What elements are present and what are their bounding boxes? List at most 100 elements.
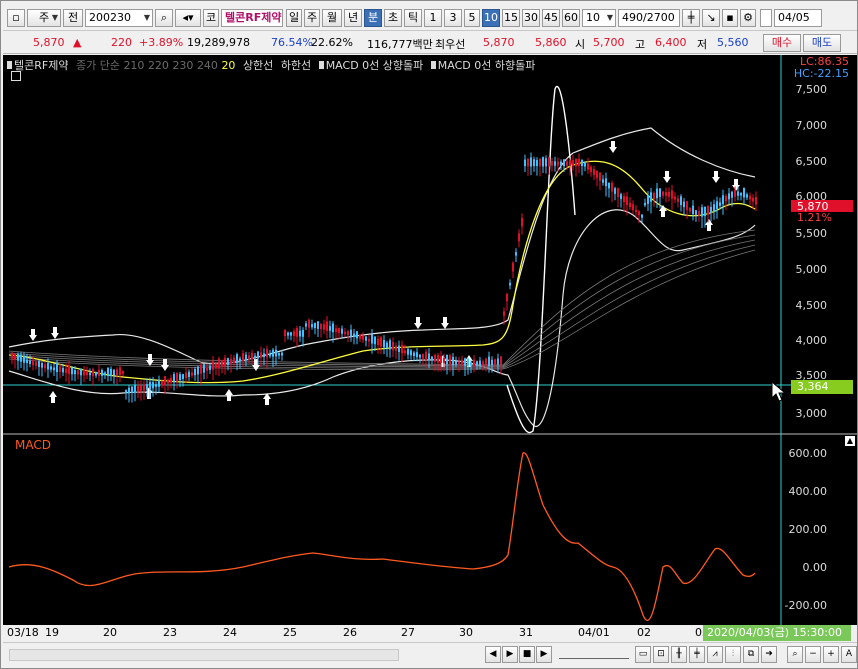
chart-type-icon[interactable]: ╫ (671, 646, 687, 663)
candle-body (359, 334, 361, 339)
candle-body (116, 369, 118, 375)
chart-canvas[interactable]: 텔콘RF제약 종가 단순 210 220 230 240 20 상한선 하한선 … (3, 55, 857, 625)
search-icon[interactable]: ⌕ (155, 9, 173, 27)
period-month[interactable]: 월 (322, 9, 342, 27)
market-select[interactable]: 주 (27, 9, 61, 27)
horizontal-scrollbar[interactable] (9, 649, 399, 661)
search-icon[interactable]: ⌕ (787, 646, 803, 663)
grid-toggle-icon[interactable] (11, 71, 21, 81)
signal-arrow-down (441, 317, 449, 329)
candle-body (404, 350, 406, 354)
candle-body (230, 358, 232, 364)
interval-10[interactable]: 10 (482, 9, 500, 27)
candle-body (11, 352, 13, 359)
candle-body (386, 342, 388, 348)
trade-amount: 116,777백만 (367, 38, 433, 51)
candle-body (212, 360, 214, 370)
bar-chart-icon[interactable]: ╪ (689, 646, 705, 663)
legend-square-icon (430, 61, 436, 69)
low-label: 저 (697, 38, 708, 51)
date-checkbox[interactable] (760, 9, 772, 27)
stock-name: 텔콘RF제약 (221, 9, 283, 27)
time-axis-label: 03/18 (7, 626, 39, 639)
candle-body (575, 158, 577, 167)
period-week[interactable]: 주 (304, 9, 320, 27)
zoom-fit-icon[interactable]: ▭ (635, 646, 651, 663)
volume: 19,289,978 (187, 36, 250, 49)
gear-icon[interactable]: ⚙ (740, 9, 756, 27)
signal-arrow-up (49, 391, 57, 403)
chart-svg (3, 55, 857, 625)
interval-60[interactable]: 60 (562, 9, 580, 27)
time-axis-label: 20 (103, 626, 117, 639)
lc-hc-readout: LC:86.35 HC:-22.15 (794, 56, 849, 80)
candle-body (341, 328, 343, 334)
candle-body (674, 196, 676, 200)
stock-code-input[interactable]: 200230 (85, 9, 153, 27)
candle-body (266, 348, 268, 358)
legend-ma-label: 종가 단순 (75, 59, 120, 72)
compare-icon[interactable]: ⧉ (743, 646, 759, 663)
interval-select[interactable]: 10 (582, 9, 616, 27)
open-price: 5,700 (593, 36, 625, 49)
zoom-in-area-icon[interactable]: ⊡ (653, 646, 669, 663)
candle-icon[interactable]: ╪ (682, 9, 700, 27)
zoom-in-icon[interactable]: + (823, 646, 839, 663)
period-minute[interactable]: 분 (364, 9, 382, 27)
buy-button[interactable]: 매수 (763, 34, 801, 52)
speaker-icon[interactable]: ◂▾ (175, 9, 201, 27)
period-type-button[interactable]: 전 (63, 9, 83, 27)
scroll-first-icon[interactable]: ◀ (485, 646, 501, 663)
price-axis-label: 4,500 (795, 299, 828, 312)
candle-body (407, 348, 409, 355)
price-axis-label: 6,500 (795, 155, 828, 168)
ko-button[interactable]: 코 (203, 9, 219, 27)
interval-3[interactable]: 3 (444, 9, 462, 27)
candle-body (125, 389, 127, 394)
font-size-icon[interactable]: A (841, 646, 857, 663)
scroll-next-icon[interactable]: ▶ (536, 646, 552, 663)
period-day[interactable]: 일 (286, 9, 302, 27)
candle-body (365, 336, 367, 341)
signal-arrow-down (29, 329, 37, 341)
period-tick[interactable]: 틱 (404, 9, 422, 27)
candle-body (182, 374, 184, 379)
candle-body (338, 328, 340, 333)
candle-body (242, 353, 244, 362)
period-year[interactable]: 년 (344, 9, 362, 27)
sell-button[interactable]: 매도 (803, 34, 841, 52)
arrow-icon[interactable]: ➜ (761, 646, 777, 663)
period-second[interactable]: 초 (384, 9, 402, 27)
save-icon[interactable]: ▪ (722, 9, 738, 27)
candle-body (677, 198, 679, 202)
window-icon[interactable]: ▫ (7, 9, 25, 27)
interval-15[interactable]: 15 (502, 9, 520, 27)
interval-5[interactable]: 5 (464, 9, 480, 27)
cursor-price-marker: 3,364 (791, 380, 853, 394)
interval-1[interactable]: 1 (424, 9, 442, 27)
candle-body (512, 262, 514, 272)
candle-body (377, 338, 379, 346)
trendline-icon[interactable]: ↘ (702, 9, 720, 27)
interval-30[interactable]: 30 (522, 9, 540, 27)
candle-body (464, 358, 466, 366)
price-axis-label: 3,000 (795, 407, 828, 420)
candle-body (653, 192, 655, 200)
candle-body (224, 357, 226, 367)
candle-body (176, 372, 178, 382)
stop-icon[interactable]: ■ (519, 646, 535, 663)
line-chart-icon[interactable]: ⩘ (707, 646, 723, 663)
candle-body (20, 354, 22, 362)
scroll-prev-icon[interactable]: ▶ (502, 646, 518, 663)
panel-close-icon[interactable]: ▲ (845, 436, 855, 446)
date-input[interactable]: 04/05 (774, 9, 822, 27)
candle-body (368, 338, 370, 342)
candle-body (704, 206, 706, 217)
zoom-slider[interactable] (559, 649, 629, 659)
count-display[interactable]: 490/2700 (618, 9, 680, 27)
indicator-icon[interactable]: ⫶ (725, 646, 741, 663)
interval-45[interactable]: 45 (542, 9, 560, 27)
current-price: 5,870 (33, 36, 65, 49)
zoom-out-icon[interactable]: − (805, 646, 821, 663)
high-label: 고 (635, 38, 646, 51)
